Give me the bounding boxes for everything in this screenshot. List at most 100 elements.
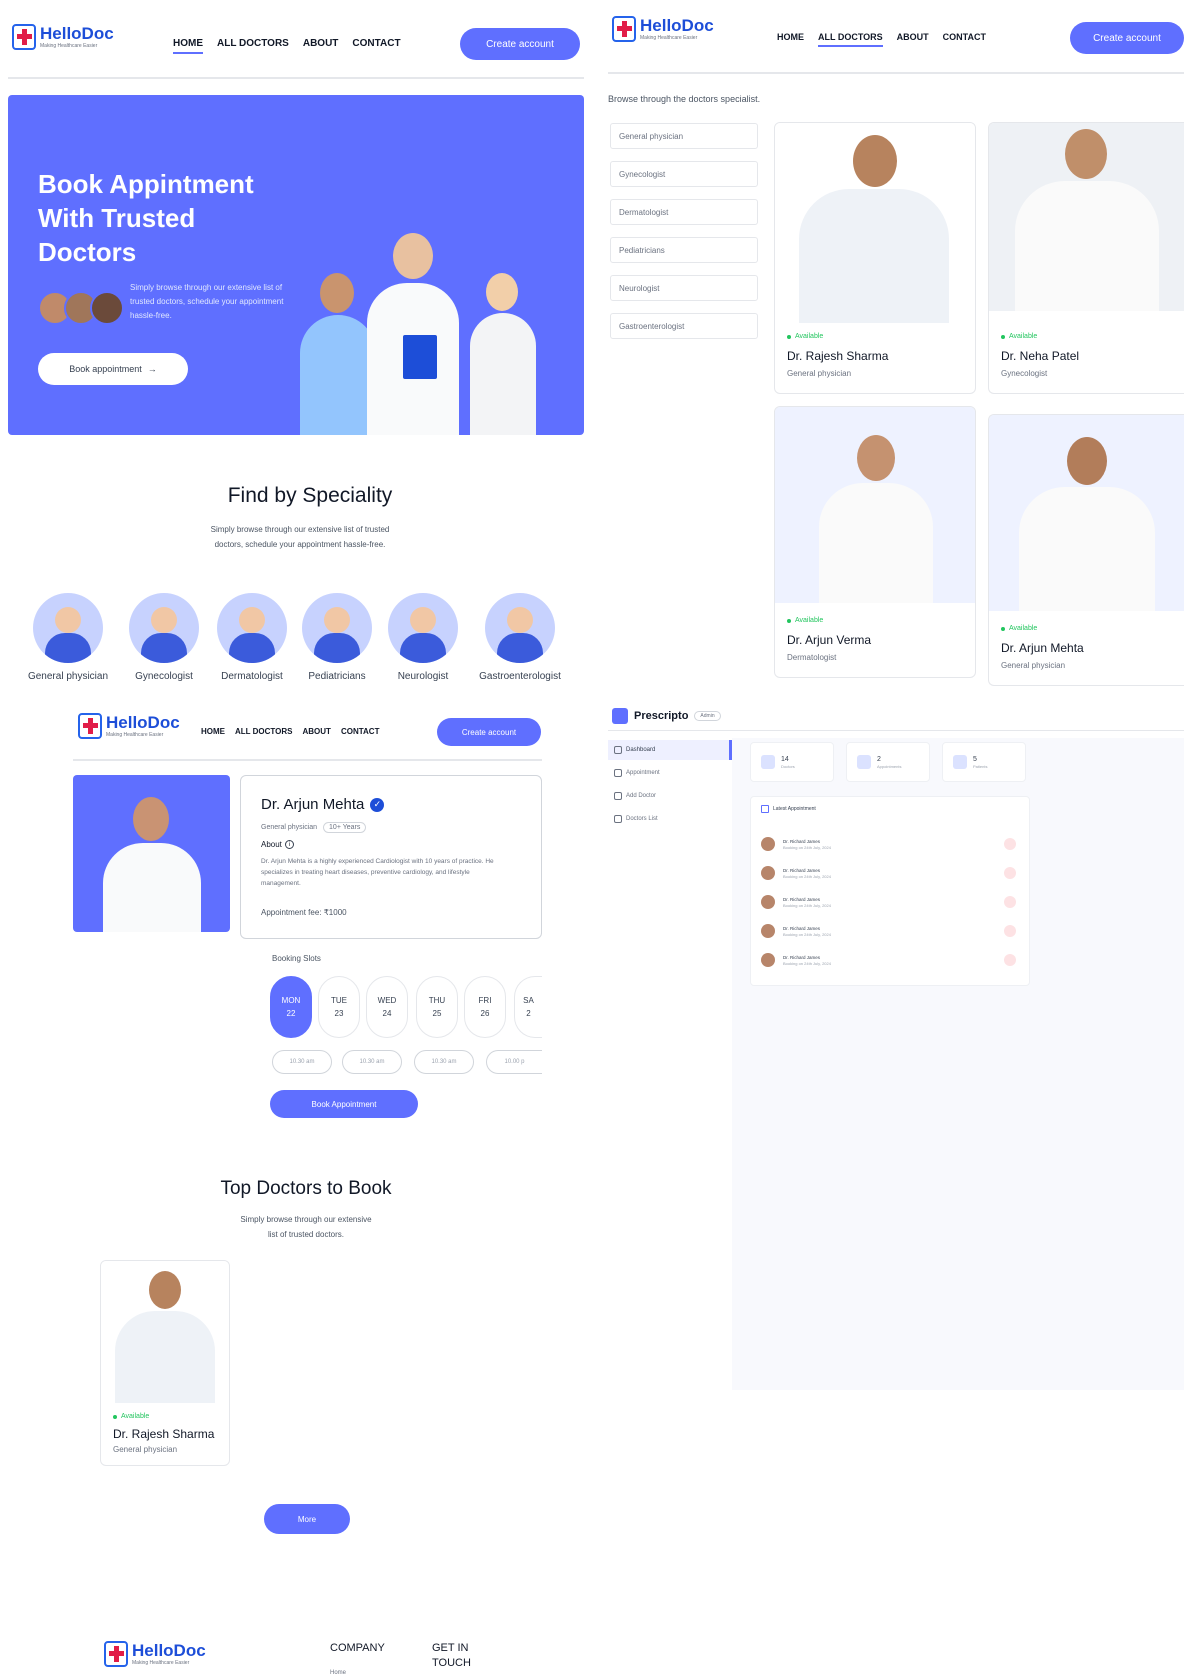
appointment-fee: Appointment fee: ₹1000	[261, 908, 347, 917]
cancel-icon[interactable]	[1004, 838, 1016, 850]
time-slot[interactable]: 10.30 am	[342, 1050, 402, 1074]
speciality-item[interactable]: Gastroenterologist	[470, 593, 570, 682]
appointment-date: Booking on 24th July, 2024	[783, 932, 831, 937]
appointment-doctor: Dr. Richard James	[783, 868, 821, 873]
filter-dermatologist[interactable]: Dermatologist	[610, 199, 758, 225]
day-slot[interactable]: SA 2	[514, 976, 542, 1038]
doctor-photo	[101, 1261, 229, 1403]
footer-logo[interactable]: HelloDoc Making Healthcare Easier	[104, 1641, 206, 1667]
filter-pediatricians[interactable]: Pediatricians	[610, 237, 758, 263]
sidebar-item-doctors-list[interactable]: Doctors List	[608, 809, 732, 829]
cancel-icon[interactable]	[1004, 867, 1016, 879]
main-nav: HOME ALL DOCTORS ABOUT CONTACT	[173, 38, 401, 54]
day-slot[interactable]: THU 25	[416, 976, 458, 1038]
hero-doctor-image	[468, 265, 538, 435]
footer-home-link[interactable]: Home	[330, 1670, 346, 1676]
filter-general-physician[interactable]: General physician	[610, 123, 758, 149]
nav-all-doctors[interactable]: ALL DOCTORS	[235, 727, 292, 736]
filter-neurologist[interactable]: Neurologist	[610, 275, 758, 301]
logo-cross-icon	[78, 713, 102, 739]
day-slot[interactable]: MON 22	[270, 976, 312, 1038]
avatar	[761, 895, 775, 909]
create-account-button[interactable]: Create account	[460, 28, 580, 60]
day-slot[interactable]: WED 24	[366, 976, 408, 1038]
nav-contact[interactable]: CONTACT	[352, 38, 400, 54]
logo[interactable]: HelloDoc Making Healthcare Easier	[78, 713, 180, 739]
day-slot[interactable]: TUE 23	[318, 976, 360, 1038]
day-name: FRI	[478, 996, 492, 1005]
nav-all-doctors[interactable]: ALL DOCTORS	[217, 38, 289, 54]
hero-doctor-image	[363, 225, 463, 435]
nav-home[interactable]: HOME	[777, 32, 804, 47]
speciality-item[interactable]: Pediatricians	[287, 593, 387, 682]
doctor-name: Dr. Arjun Mehta	[261, 796, 365, 813]
sidebar-item-appointment[interactable]: Appointment	[608, 763, 732, 783]
header-divider	[608, 72, 1184, 74]
filter-gynecologist[interactable]: Gynecologist	[610, 161, 758, 187]
availability-status: Available	[1001, 333, 1037, 340]
info-icon: i	[284, 840, 294, 849]
main-nav: HOME ALL DOCTORS ABOUT CONTACT	[201, 727, 379, 736]
appointment-doctor: Dr. Richard James	[783, 897, 821, 902]
appointment-row: Dr. Richard James Booking on 24th July, 2…	[761, 862, 1016, 884]
sidebar-item-add-doctor[interactable]: Add Doctor	[608, 786, 732, 806]
doctor-card[interactable]: Available Dr. Arjun Verma Dermatologist	[774, 406, 976, 678]
doctor-name: Dr. Rajesh Sharma	[113, 1427, 215, 1441]
calendar-icon	[614, 769, 622, 777]
doctor-card[interactable]: Available Dr. Arjun Mehta General physic…	[988, 414, 1184, 686]
doctor-card[interactable]: Available Dr. Rajesh Sharma General phys…	[774, 122, 976, 394]
logo[interactable]: HelloDoc Making Healthcare Easier	[12, 24, 114, 50]
doctor-speciality: General physician	[787, 369, 852, 378]
speciality-label: Pediatricians	[308, 671, 366, 682]
time-slot[interactable]: 10.00 p	[486, 1050, 542, 1074]
speciality-item[interactable]: Gynecologist	[114, 593, 214, 682]
availability-status: Available	[113, 1413, 149, 1420]
doctor-icon	[761, 755, 775, 769]
day-slot[interactable]: FRI 26	[464, 976, 506, 1038]
avatar	[761, 924, 775, 938]
doctor-card[interactable]: Available Dr. Rajesh Sharma General phys…	[100, 1260, 230, 1466]
doctor-name: Dr. Rajesh Sharma	[787, 349, 889, 363]
appointment-date: Booking on 24th July, 2024	[783, 845, 831, 850]
appointment-doctor: Dr. Richard James	[783, 926, 821, 931]
hero-banner: Book Appintment With Trusted Doctors Sim…	[8, 95, 584, 435]
nav-home[interactable]: HOME	[173, 38, 203, 54]
book-appointment-button[interactable]: Book appointment →	[38, 353, 188, 385]
nav-about[interactable]: ABOUT	[303, 38, 339, 54]
doctor-profile-image	[73, 775, 230, 932]
nav-about[interactable]: ABOUT	[897, 32, 929, 47]
speciality-item[interactable]: Neurologist	[373, 593, 473, 682]
logo[interactable]: HelloDoc Making Healthcare Easier	[612, 16, 714, 42]
day-number: 24	[382, 1009, 392, 1018]
cancel-icon[interactable]	[1004, 954, 1016, 966]
day-name: THU	[428, 996, 446, 1005]
cancel-icon[interactable]	[1004, 925, 1016, 937]
nav-about[interactable]: ABOUT	[302, 727, 330, 736]
sidebar-item-dashboard[interactable]: Dashboard	[608, 740, 732, 760]
appointment-row: Dr. Richard James Booking on 24th July, 2…	[761, 949, 1016, 971]
availability-status: Available	[787, 333, 823, 340]
filter-gastroenterologist[interactable]: Gastroenterologist	[610, 313, 758, 339]
day-name: TUE	[331, 996, 347, 1005]
stat-card-appointments: 2 Appointments	[846, 742, 930, 782]
doctor-card[interactable]: Available Dr. Neha Patel Gynecologist	[988, 122, 1184, 394]
admin-role-badge: Admin	[694, 711, 721, 721]
speciality-label: General physician	[27, 671, 109, 682]
nav-contact[interactable]: CONTACT	[341, 727, 380, 736]
create-account-button[interactable]: Create account	[1070, 22, 1184, 54]
doctor-speciality: General physician	[1001, 661, 1066, 670]
general-physician-icon	[33, 593, 103, 663]
footer-company-heading: COMPANY	[330, 1642, 385, 1654]
doctor-speciality: General physician	[113, 1445, 178, 1454]
cancel-icon[interactable]	[1004, 896, 1016, 908]
create-account-button[interactable]: Create account	[437, 718, 541, 746]
more-button[interactable]: More	[264, 1504, 350, 1534]
time-slot[interactable]: 10.30 am	[272, 1050, 332, 1074]
nav-all-doctors[interactable]: ALL DOCTORS	[818, 32, 883, 47]
speciality-item[interactable]: General physician	[18, 593, 118, 682]
pediatrician-icon	[302, 593, 372, 663]
time-slot[interactable]: 10.30 am	[414, 1050, 474, 1074]
book-appointment-submit-button[interactable]: Book Appointment	[270, 1090, 418, 1118]
nav-home[interactable]: HOME	[201, 727, 225, 736]
nav-contact[interactable]: CONTACT	[943, 32, 986, 47]
